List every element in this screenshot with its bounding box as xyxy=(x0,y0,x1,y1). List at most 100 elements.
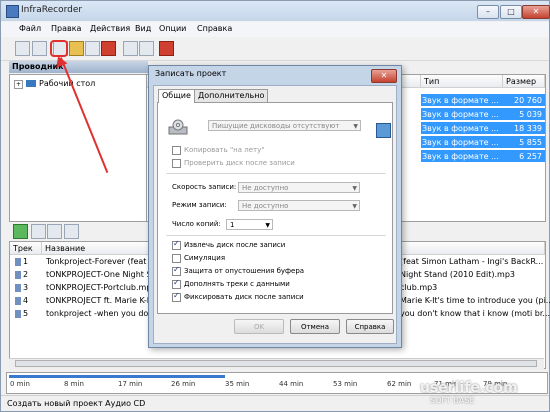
speed-value: Не доступно xyxy=(242,184,289,192)
timeline-tick: 8 min xyxy=(64,380,84,388)
copies-label: Число копий: xyxy=(172,220,221,228)
remove-icon[interactable] xyxy=(64,224,79,239)
ok-button[interactable]: OK xyxy=(234,319,284,334)
verify-checkbox[interactable]: Проверить диск после записи xyxy=(172,158,295,168)
audio-file-icon xyxy=(15,296,21,305)
erase-disc-icon[interactable] xyxy=(101,41,116,56)
track-number: 2 xyxy=(23,270,29,279)
copy-on-the-fly-checkbox[interactable]: Копировать "на лету" xyxy=(172,145,264,155)
copies-value: 1 xyxy=(230,221,235,229)
timeline-tick: 26 min xyxy=(171,380,196,388)
usage-bar xyxy=(9,375,225,378)
divider xyxy=(166,235,386,236)
menu-view[interactable]: Вид xyxy=(135,24,151,33)
tab-panel-general: Пишущие дисководы отсутствуют ▼ Копироват… xyxy=(157,102,393,314)
checkbox-box xyxy=(172,239,181,250)
burn-project-dialog: Записать проект ✕ Общие Дополнительно Пи… xyxy=(148,65,402,348)
chevron-down-icon: ▼ xyxy=(352,203,357,210)
dialog-close-button[interactable]: ✕ xyxy=(371,69,397,83)
tree-item-label: Рабочий стол xyxy=(39,79,96,88)
eject-checkbox[interactable]: Извлечь диск после записи xyxy=(172,239,286,250)
col-header-size[interactable]: Размер xyxy=(503,75,545,88)
cancel-button[interactable]: Отмена xyxy=(290,319,340,334)
tab-general[interactable]: Общие xyxy=(158,89,195,103)
track-name-tail: club.mp3 xyxy=(400,283,438,292)
buffer-protection-checkbox[interactable]: Защита от опустошения буфера xyxy=(172,265,305,276)
speed-select[interactable]: Не доступно ▼ xyxy=(238,182,360,193)
checkbox-label: Извлечь диск после записи xyxy=(184,241,286,249)
file-size: 18 339 xyxy=(514,124,542,133)
checkbox-label: Защита от опустошения буфера xyxy=(184,267,305,275)
file-size: 6 257 xyxy=(519,152,542,161)
close-button[interactable]: ✕ xyxy=(522,5,550,19)
refresh-icon[interactable] xyxy=(376,123,391,138)
dialog-body: Общие Дополнительно Пишущие дисководы от… xyxy=(153,85,397,344)
tab-advanced[interactable]: Дополнительно xyxy=(194,89,269,102)
checkbox-label: Фиксировать диск после записи xyxy=(184,293,304,301)
chevron-down-icon: ▼ xyxy=(353,123,358,130)
exit-icon[interactable] xyxy=(159,41,174,56)
col-header-type[interactable]: Тип xyxy=(421,75,503,88)
disc-info-icon[interactable] xyxy=(139,41,154,56)
track-name: tonkproject -when you don't xyxy=(46,309,159,318)
checkbox-label: Дополнять треки с данными xyxy=(184,280,290,288)
expand-icon[interactable]: + xyxy=(14,80,23,89)
mode-label: Режим записи: xyxy=(172,201,227,209)
audio-file-icon xyxy=(15,283,21,292)
chevron-down-icon: ▼ xyxy=(352,185,357,192)
copy-disc-icon[interactable] xyxy=(85,41,100,56)
file-size: 5 039 xyxy=(519,110,542,119)
col-header-track[interactable]: Трек xyxy=(10,242,42,255)
track-number: 4 xyxy=(23,296,29,305)
desktop-icon xyxy=(26,80,36,87)
menu-help[interactable]: Справка xyxy=(197,24,232,33)
checkbox-box xyxy=(172,265,181,276)
highlight-frame xyxy=(50,40,68,57)
new-folder-icon[interactable] xyxy=(31,224,46,239)
checkbox-label: Симуляция xyxy=(184,254,226,262)
fixate-checkbox[interactable]: Фиксировать диск после записи xyxy=(172,291,304,302)
track-number: 3 xyxy=(23,283,29,292)
title-bar: InfraRecorder – □ ✕ xyxy=(1,1,550,21)
recorder-select[interactable]: Пишущие дисководы отсутствуют ▼ xyxy=(208,120,361,131)
menu-options[interactable]: Опции xyxy=(159,24,186,33)
recorder-value: Пишущие дисководы отсутствуют xyxy=(212,122,340,130)
track-name-tail: you don't know that i know (moti br... xyxy=(400,309,550,318)
move-icon[interactable] xyxy=(47,224,62,239)
scrollbar-thumb[interactable] xyxy=(15,360,537,367)
maximize-button[interactable]: □ xyxy=(500,5,522,19)
timeline-tick: 17 min xyxy=(118,380,143,388)
track-name: tONKPROJECT ft. Marie K-It' xyxy=(46,296,155,305)
burn-compilation-icon[interactable] xyxy=(69,41,84,56)
checkbox-label: Проверить диск после записи xyxy=(184,159,295,167)
audio-file-icon xyxy=(15,257,21,266)
tools-icon[interactable] xyxy=(123,41,138,56)
app-icon xyxy=(6,5,19,18)
timeline-tick: 62 min xyxy=(387,380,412,388)
minimize-button[interactable]: – xyxy=(477,5,499,19)
explorer-tree[interactable]: + Рабочий стол xyxy=(9,74,147,222)
menu-bar: Файл Правка Действия Вид Опции Справка xyxy=(1,22,549,37)
horizontal-scrollbar[interactable] xyxy=(9,358,544,369)
mode-select[interactable]: Не доступно ▼ xyxy=(238,200,360,211)
file-size: 5 855 xyxy=(519,138,542,147)
menu-actions[interactable]: Действия xyxy=(90,24,130,33)
menu-file[interactable]: Файл xyxy=(19,24,41,33)
simulate-checkbox[interactable]: Симуляция xyxy=(172,253,225,263)
checkbox-box xyxy=(172,253,181,263)
file-size: 20 760 xyxy=(514,96,542,105)
track-name: Tonkproject-Forever (feat Sin xyxy=(46,257,162,266)
tree-item-desktop[interactable]: + Рабочий стол xyxy=(14,79,95,89)
open-project-icon[interactable] xyxy=(32,41,47,56)
new-project-icon[interactable] xyxy=(15,41,30,56)
watermark-sub: SOFT BASE xyxy=(430,396,475,405)
up-icon[interactable] xyxy=(13,224,28,239)
copies-select[interactable]: 1 ▼ xyxy=(226,219,273,230)
menu-edit[interactable]: Правка xyxy=(51,24,81,33)
pad-tracks-checkbox[interactable]: Дополнять треки с данными xyxy=(172,278,290,289)
audio-file-icon xyxy=(15,270,21,279)
help-button[interactable]: Справка xyxy=(346,319,394,334)
track-name-tail: (feat Simon Latham - Ingi's BackR... xyxy=(400,257,544,266)
timeline-tick: 35 min xyxy=(225,380,250,388)
track-number: 5 xyxy=(23,309,29,318)
